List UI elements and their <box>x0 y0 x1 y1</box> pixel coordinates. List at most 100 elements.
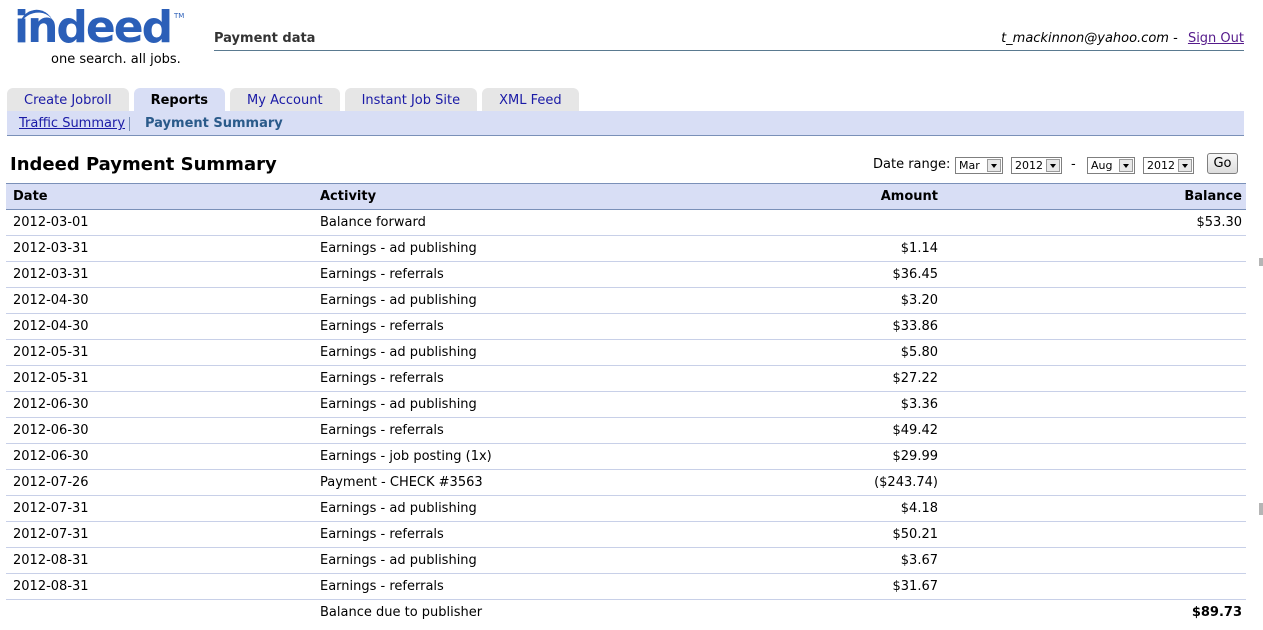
cell-date: 2012-04-30 <box>6 313 313 340</box>
cell-balance <box>945 495 1246 522</box>
cell-amount: $36.45 <box>633 261 945 288</box>
cell-balance <box>945 547 1246 574</box>
to-month-select[interactable]: Aug <box>1087 157 1135 174</box>
cell-balance <box>945 521 1246 548</box>
table-row: 2012-06-30 Earnings - job posting (1x) $29… <box>6 443 1246 470</box>
tab-xml-feed[interactable]: XML Feed <box>482 88 579 111</box>
cell-balance: $89.73 <box>1191 605 1242 621</box>
cell-balance <box>945 313 1246 340</box>
to-year-select[interactable]: 2012 <box>1143 157 1194 174</box>
cell-activity: Earnings - ad publishing <box>313 339 633 366</box>
cell-amount: $49.42 <box>633 417 945 444</box>
cell-activity: Earnings - referrals <box>313 261 633 288</box>
cell-activity: Earnings - ad publishing <box>313 495 633 522</box>
from-year-select[interactable]: 2012 <box>1011 157 1062 174</box>
cell-amount: $5.80 <box>633 339 945 366</box>
cell-activity: Earnings - referrals <box>313 573 633 600</box>
main-tabs: Create Jobroll Reports My Account Instant J… <box>7 88 584 111</box>
cell-date: 2012-07-31 <box>6 495 313 522</box>
cell-date: 2012-08-31 <box>6 547 313 574</box>
date-range-label: Date range: <box>873 157 951 172</box>
tab-create-jobroll[interactable]: Create Jobroll <box>7 88 129 111</box>
table-row: 2012-06-30 Earnings - ad publishing $3.36 <box>6 391 1246 418</box>
cell-date: 2012-06-30 <box>6 417 313 444</box>
cell-date: 2012-03-31 <box>6 261 313 288</box>
cell-balance <box>945 417 1246 444</box>
traffic-summary-link[interactable]: Traffic Summary <box>19 116 125 131</box>
cell-date: 2012-05-31 <box>6 339 313 366</box>
cell-amount: $33.86 <box>633 313 945 340</box>
cell-activity: Earnings - referrals <box>313 417 633 444</box>
cell-date: 2012-04-30 <box>6 287 313 314</box>
cell-balance <box>945 287 1246 314</box>
column-header-amount: Amount <box>633 183 945 210</box>
cell-activity: Earnings - referrals <box>313 521 633 548</box>
cell-amount: $50.21 <box>633 521 945 548</box>
cell-activity: Earnings - referrals <box>313 313 633 340</box>
page-heading: Payment data <box>214 31 316 46</box>
table-row: 2012-04-30 Earnings - ad publishing $3.20 <box>6 287 1246 314</box>
cell-balance <box>945 573 1246 600</box>
cell-amount: ($243.74) <box>633 469 945 496</box>
cell-balance <box>945 443 1246 470</box>
column-header-date: Date <box>6 183 313 210</box>
table-row: 2012-03-31 Earnings - ad publishing $1.14 <box>6 235 1246 262</box>
cell-balance <box>945 391 1246 418</box>
header-divider <box>214 50 1244 51</box>
sign-out-link[interactable]: Sign Out <box>1188 31 1244 46</box>
to-month-value: Aug <box>1091 159 1113 172</box>
tab-reports[interactable]: Reports <box>133 88 226 111</box>
cell-date: 2012-05-31 <box>6 365 313 392</box>
cell-date: 2012-06-30 <box>6 443 313 470</box>
table-header-row: Date Activity Amount Balance <box>6 183 1246 210</box>
from-month-select[interactable]: Mar <box>955 157 1003 174</box>
total-row: Balance due to publisher $89.73 <box>6 600 1246 626</box>
cell-date <box>6 600 313 626</box>
sub-navigation: Traffic Summary Payment Summary <box>7 111 1244 136</box>
table-row: 2012-03-31 Earnings - referrals $36.45 <box>6 261 1246 288</box>
logo-wordmark: indeed <box>14 2 173 53</box>
cell-activity: Earnings - job posting (1x) <box>313 443 633 470</box>
from-year-value: 2012 <box>1015 159 1043 172</box>
cell-balance <box>945 469 1246 496</box>
tab-my-account[interactable]: My Account <box>230 88 340 111</box>
logo-trademark: TM <box>174 12 185 20</box>
cell-date: 2012-06-30 <box>6 391 313 418</box>
logo-tagline: one search. all jobs. <box>51 52 181 67</box>
table-row: 2012-04-30 Earnings - referrals $33.86 <box>6 313 1246 340</box>
cell-activity: Payment - CHECK #3563 <box>313 469 633 496</box>
table-row: 2012-05-31 Earnings - referrals $27.22 <box>6 365 1246 392</box>
table-row: 2012-08-31 Earnings - ad publishing $3.67 <box>6 547 1246 574</box>
cell-balance <box>945 261 1246 288</box>
chevron-down-icon <box>1119 159 1133 172</box>
user-bar: t_mackinnon@yahoo.com - Sign Out <box>1001 31 1244 46</box>
user-bar-separator: - <box>1173 31 1178 46</box>
table-row: 2012-03-01 Balance forward $53.30 <box>6 209 1246 236</box>
from-month-value: Mar <box>959 159 980 172</box>
cell-activity: Earnings - ad publishing <box>313 391 633 418</box>
cell-balance <box>945 339 1246 366</box>
table-row: 2012-08-31 Earnings - referrals $31.67 <box>6 573 1246 600</box>
cell-amount: $3.20 <box>633 287 945 314</box>
cell-amount: $31.67 <box>633 573 945 600</box>
indeed-logo[interactable]: indeed TM one search. all jobs. <box>14 2 194 68</box>
table-row: 2012-07-31 Earnings - referrals $50.21 <box>6 521 1246 548</box>
scrollbar-marker <box>1259 503 1263 515</box>
user-email: t_mackinnon@yahoo.com <box>1001 31 1169 46</box>
to-year-value: 2012 <box>1147 159 1175 172</box>
chevron-down-icon <box>1178 159 1192 172</box>
column-header-balance: Balance <box>945 183 1246 210</box>
cell-activity: Balance forward <box>313 209 633 236</box>
tab-instant-job-site[interactable]: Instant Job Site <box>344 88 478 111</box>
cell-date: 2012-07-26 <box>6 469 313 496</box>
cell-balance: $53.30 <box>945 209 1246 236</box>
go-button[interactable]: Go <box>1207 153 1238 174</box>
cell-amount <box>633 209 945 236</box>
payment-summary-link[interactable]: Payment Summary <box>145 116 283 131</box>
cell-amount <box>633 600 945 626</box>
cell-amount: $4.18 <box>633 495 945 522</box>
table-row: 2012-07-26 Payment - CHECK #3563 ($243.74) <box>6 469 1246 496</box>
cell-date: 2012-08-31 <box>6 573 313 600</box>
cell-date: 2012-03-31 <box>6 235 313 262</box>
cell-activity: Earnings - ad publishing <box>313 235 633 262</box>
